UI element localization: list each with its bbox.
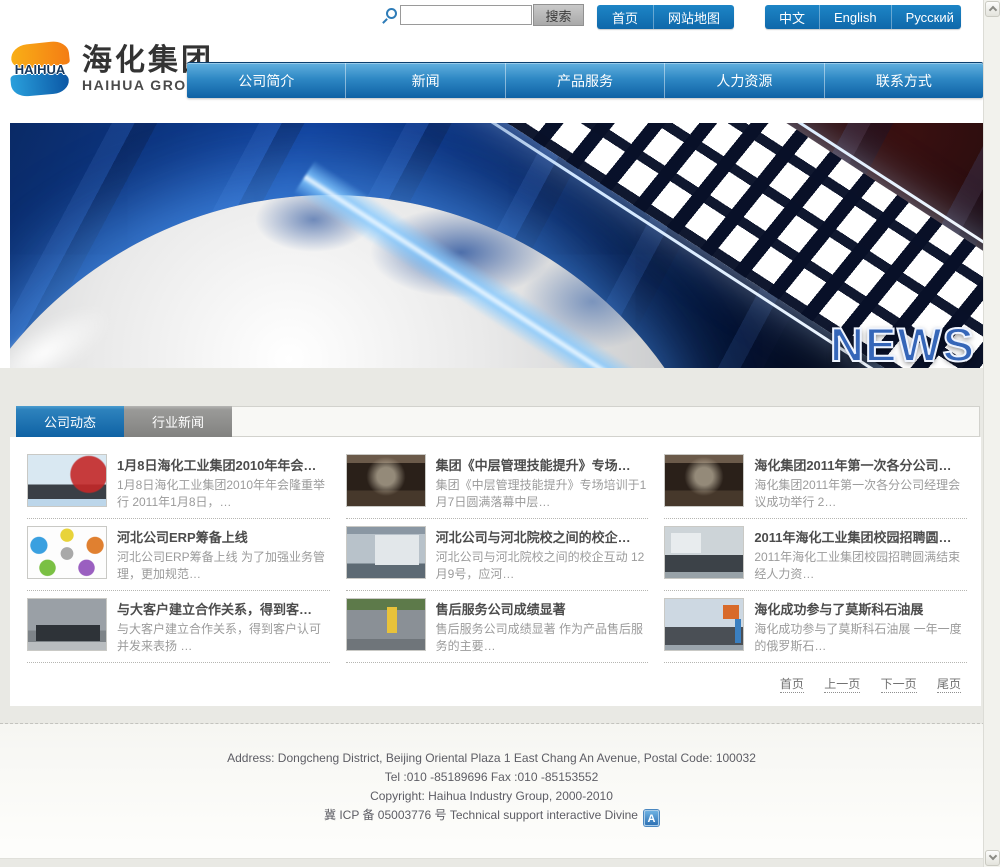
pager-next[interactable]: 下一页 — [881, 677, 917, 693]
main-nav: 公司简介 新闻 产品服务 人力资源 联系方式 — [187, 62, 983, 98]
news-item[interactable]: 集团《中层管理技能提升》专场… 集团《中层管理技能提升》专场培训于1月7日圆满落… — [346, 454, 649, 519]
nav-item-contact[interactable]: 联系方式 — [824, 63, 983, 98]
news-thumbnail[interactable] — [27, 526, 107, 579]
news-excerpt: 海化成功参与了莫斯科石油展 一年一度的俄罗斯石… — [754, 621, 967, 655]
nav-item-hr[interactable]: 人力资源 — [664, 63, 823, 98]
news-item[interactable]: 海化集团2011年第一次各分公司… 海化集团2011年第一次各分公司经理会议成功… — [664, 454, 967, 519]
news-excerpt: 集团《中层管理技能提升》专场培训于1月7日圆满落幕中层… — [436, 477, 649, 511]
news-panel: 1月8日海化工业集团2010年年会… 1月8日海化工业集团2010年年会隆重举行… — [10, 437, 981, 706]
news-excerpt: 河北公司ERP筹备上线 为了加强业务管理，更加规范… — [117, 549, 330, 583]
news-title[interactable]: 1月8日海化工业集团2010年年会… — [117, 455, 330, 474]
quick-link-sitemap[interactable]: 网站地图 — [653, 5, 734, 29]
logo[interactable]: HAIHUA 海化集团 HAIHUA GROUP — [8, 40, 214, 98]
footer-icp-text: 冀 ICP 备 05003776 号 Technical support int… — [324, 808, 638, 822]
lang-chinese[interactable]: 中文 — [765, 5, 819, 29]
scroll-down-button[interactable] — [985, 850, 1000, 866]
news-grid: 1月8日海化工业集团2010年年会… 1月8日海化工业集团2010年年会隆重举行… — [27, 454, 967, 670]
news-thumbnail[interactable] — [664, 454, 744, 507]
news-excerpt: 1月8日海化工业集团2010年年会隆重举行 2011年1月8日，… — [117, 477, 330, 511]
news-item[interactable]: 1月8日海化工业集团2010年年会… 1月8日海化工业集团2010年年会隆重举行… — [27, 454, 330, 519]
news-title[interactable]: 河北公司ERP筹备上线 — [117, 527, 330, 546]
news-thumbnail[interactable] — [27, 454, 107, 507]
news-item[interactable]: 海化成功参与了莫斯科石油展 海化成功参与了莫斯科石油展 一年一度的俄罗斯石… — [664, 598, 967, 663]
banner-news-caption: NEWS — [830, 317, 975, 368]
tab-industry-news[interactable]: 行业新闻 — [124, 406, 232, 437]
footer-icp-line: 冀 ICP 备 05003776 号 Technical support int… — [0, 809, 983, 826]
news-thumbnail[interactable] — [664, 526, 744, 579]
footer-copyright: Copyright: Haihua Industry Group, 2000-2… — [0, 790, 983, 803]
news-excerpt: 售后服务公司成绩显著 作为产品售后服务的主要… — [436, 621, 649, 655]
news-excerpt: 与大客户建立合作关系，得到客户认可并发来表扬 … — [117, 621, 330, 655]
news-item[interactable]: 河北公司ERP筹备上线 河北公司ERP筹备上线 为了加强业务管理，更加规范… — [27, 526, 330, 591]
footer-tel-fax: Tel :010 -85189696 Fax :010 -85153552 — [0, 771, 983, 784]
tab-company-news[interactable]: 公司动态 — [16, 406, 124, 437]
footer-band-gray — [0, 858, 1000, 867]
footer: Address: Dongcheng District, Beijing Ori… — [0, 724, 983, 844]
news-item[interactable]: 2011年海化工业集团校园招聘圆… 2011年海化工业集团校园招聘圆满结束 经人… — [664, 526, 967, 591]
pagination: 首页 上一页 下一页 尾页 — [27, 670, 967, 702]
search-icon — [386, 8, 397, 19]
chevron-down-icon — [989, 852, 997, 860]
search-button[interactable]: 搜索 — [533, 4, 584, 26]
nav-item-about[interactable]: 公司简介 — [187, 63, 345, 98]
news-excerpt: 河北公司与河北院校之间的校企互动 12月9号，应河… — [436, 549, 649, 583]
news-title[interactable]: 与大客户建立合作关系，得到客… — [117, 599, 330, 618]
news-title[interactable]: 海化成功参与了莫斯科石油展 — [754, 599, 967, 618]
news-title[interactable]: 海化集团2011年第一次各分公司… — [754, 455, 967, 474]
news-title[interactable]: 2011年海化工业集团校园招聘圆… — [754, 527, 967, 546]
pager-last[interactable]: 尾页 — [937, 677, 961, 693]
footer-address: Address: Dongcheng District, Beijing Ori… — [0, 752, 983, 765]
nav-item-news[interactable]: 新闻 — [345, 63, 504, 98]
news-item[interactable]: 与大客户建立合作关系，得到客… 与大客户建立合作关系，得到客户认可并发来表扬 … — [27, 598, 330, 663]
quick-link-home[interactable]: 首页 — [597, 5, 653, 29]
news-thumbnail[interactable] — [346, 598, 426, 651]
footer-a-badge[interactable]: A — [644, 810, 659, 826]
news-item[interactable]: 售后服务公司成绩显著 售后服务公司成绩显著 作为产品售后服务的主要… — [346, 598, 649, 663]
news-banner: NEWS — [10, 123, 983, 368]
logo-badge-icon: HAIHUA — [8, 40, 72, 98]
header-section: 搜索 首页 网站地图 中文 English Русский HAIHUA 海化集… — [0, 0, 983, 368]
news-tabs: 公司动态 行业新闻 — [16, 406, 980, 437]
quick-links-bar: 首页 网站地图 — [597, 5, 734, 29]
news-thumbnail[interactable] — [346, 526, 426, 579]
vertical-scrollbar[interactable] — [983, 0, 1000, 867]
nav-item-products[interactable]: 产品服务 — [505, 63, 664, 98]
news-thumbnail[interactable] — [346, 454, 426, 507]
language-switcher: 中文 English Русский — [765, 5, 961, 29]
search-input[interactable] — [400, 5, 532, 25]
masthead: HAIHUA 海化集团 HAIHUA GROUP 公司简介 新闻 产品服务 人力… — [0, 30, 983, 123]
top-utility-bar: 搜索 首页 网站地图 中文 English Русский — [0, 0, 983, 30]
news-excerpt: 2011年海化工业集团校园招聘圆满结束 经人力资… — [754, 549, 967, 583]
lang-english[interactable]: English — [819, 5, 891, 29]
chevron-up-icon — [989, 6, 997, 14]
scroll-up-button[interactable] — [985, 1, 1000, 17]
news-thumbnail[interactable] — [27, 598, 107, 651]
news-title[interactable]: 河北公司与河北院校之间的校企… — [436, 527, 649, 546]
news-excerpt: 海化集团2011年第一次各分公司经理会议成功举行 2… — [754, 477, 967, 511]
news-title[interactable]: 售后服务公司成绩显著 — [436, 599, 649, 618]
news-title[interactable]: 集团《中层管理技能提升》专场… — [436, 455, 649, 474]
lang-russian[interactable]: Русский — [891, 5, 961, 29]
page-content: 搜索 首页 网站地图 中文 English Русский HAIHUA 海化集… — [0, 0, 983, 867]
logo-badge-text: HAIHUA — [8, 62, 72, 77]
pager-prev[interactable]: 上一页 — [824, 677, 860, 693]
news-item[interactable]: 河北公司与河北院校之间的校企… 河北公司与河北院校之间的校企互动 12月9号，应… — [346, 526, 649, 591]
footer-band-white — [0, 844, 983, 858]
news-thumbnail[interactable] — [664, 598, 744, 651]
pager-first[interactable]: 首页 — [780, 677, 804, 693]
